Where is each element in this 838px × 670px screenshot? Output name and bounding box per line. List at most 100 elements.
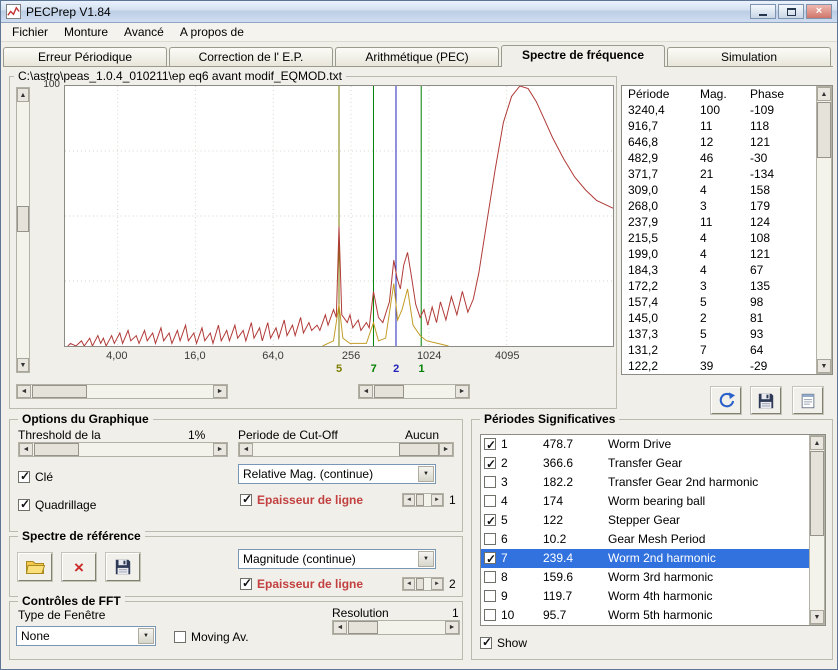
line-width-scrollbar-2[interactable]: ◄ ► [402,577,444,591]
peak-table-row[interactable]: 184,3 4 67 [622,262,832,278]
threshold-scrollbar[interactable]: ◄ ► [18,442,228,457]
quadrillage-checkbox[interactable]: Quadrillage [18,497,96,512]
title-bar[interactable]: PECPrep V1.84 × [1,1,837,23]
scroll-arrow-icon[interactable]: ► [213,443,227,456]
cle-checkbox[interactable]: Clé [18,469,53,484]
scroll-arrow-icon[interactable]: ▼ [817,359,831,373]
maximize-button[interactable] [778,4,804,19]
scroll-arrow-icon[interactable]: ◄ [333,621,347,634]
show-checkbox[interactable]: Show [480,635,527,650]
tab[interactable]: Simulation [667,47,831,67]
period-row[interactable]: 5 122 Stepper Gear [481,511,809,531]
period-checkbox[interactable] [484,609,496,621]
scroll-thumb[interactable] [17,206,29,232]
scroll-arrow-icon[interactable]: ◄ [403,578,415,590]
peak-table-row[interactable]: 268,0 3 179 [622,198,832,214]
resolution-scrollbar[interactable]: ◄ ► [332,620,460,635]
period-checkbox[interactable] [484,571,496,583]
periods-scrollbar[interactable]: ▲ ▼ [809,435,825,625]
tab[interactable]: Arithmétique (PEC) [335,47,499,67]
chart-hscrollbar-right[interactable]: ◄ ► [358,384,470,399]
relative-mag-select[interactable]: Relative Mag. (continue) ▼ [238,464,436,484]
menu-item[interactable]: Avancé [116,23,172,41]
scroll-arrow-icon[interactable]: ► [431,494,443,506]
scroll-arrow-icon[interactable]: ► [455,385,469,398]
peak-table-row[interactable]: 131,2 7 64 [622,342,832,358]
chevron-down-icon[interactable]: ▼ [418,551,434,567]
save-reference-button[interactable] [105,552,141,582]
minimize-button[interactable] [750,4,776,19]
periods-list[interactable]: 1 478.7 Worm Drive 2 366.6 Transfer Gear 3 182.… [480,434,826,626]
scroll-arrow-icon[interactable]: ► [439,443,453,456]
open-reference-button[interactable] [17,552,53,582]
peak-table[interactable]: Période Mag. Phase 3240,4 100 -109 916,7 11 118… [621,85,833,375]
peak-table-row[interactable]: 137,3 5 93 [622,326,832,342]
scroll-arrow-icon[interactable]: ▲ [17,88,29,102]
save-graph-button[interactable] [750,386,782,415]
period-row[interactable]: 1 478.7 Worm Drive [481,435,809,455]
period-checkbox[interactable] [484,476,496,488]
scroll-arrow-icon[interactable]: ◄ [359,385,373,398]
peak-table-row[interactable]: 371,7 21 -134 [622,166,832,182]
line-width-checkbox-2[interactable]: Epaisseur de ligne [240,576,363,591]
period-checkbox[interactable] [484,590,496,602]
scroll-arrow-icon[interactable]: ◄ [239,443,253,456]
peak-table-row[interactable]: 482,9 46 -30 [622,150,832,166]
close-button[interactable]: × [806,4,832,19]
period-checkbox[interactable] [484,455,496,474]
moving-av-checkbox[interactable]: Moving Av. [174,630,249,644]
scroll-thumb[interactable] [399,443,439,456]
peak-table-row[interactable]: 122,2 39 -29 [622,358,832,374]
scroll-arrow-icon[interactable]: ► [445,621,459,634]
menu-item[interactable]: Fichier [4,23,56,41]
chart-vertical-scrollbar[interactable]: ▲ ▼ [16,87,30,373]
scroll-arrow-icon[interactable]: ◄ [17,385,31,398]
period-row[interactable]: 3 182.2 Transfer Gear 2nd harmonic [481,473,809,492]
scroll-thumb[interactable] [374,385,404,398]
period-checkbox[interactable] [484,495,496,507]
scroll-arrow-icon[interactable]: ◄ [19,443,33,456]
peak-table-row[interactable]: 172,2 3 135 [622,278,832,294]
report-button[interactable] [792,386,824,415]
scroll-arrow-icon[interactable]: ▲ [810,436,824,450]
peak-table-row[interactable]: 215,5 4 108 [622,230,832,246]
chart-hscrollbar-left[interactable]: ◄ ► [16,384,228,399]
period-row[interactable]: 6 10.2 Gear Mesh Period [481,530,809,549]
period-row[interactable]: 4 174 Worm bearing ball [481,492,809,511]
tab[interactable]: Erreur Périodique [3,47,167,67]
period-checkbox[interactable] [484,550,496,569]
scroll-arrow-icon[interactable]: ▲ [817,87,831,101]
menu-item[interactable]: A propos de [172,23,252,41]
chevron-down-icon[interactable]: ▼ [418,466,434,482]
peak-table-row[interactable]: 916,7 11 118 [622,118,832,134]
scroll-thumb[interactable] [348,621,378,634]
line-width-checkbox-1[interactable]: Epaisseur de ligne [240,492,363,507]
menu-item[interactable]: Monture [56,23,116,41]
window-type-select[interactable]: None ▼ [16,626,156,646]
tab[interactable]: Spectre de fréquence [501,45,665,67]
magnitude-select[interactable]: Magnitude (continue) ▼ [238,549,436,569]
peak-table-row[interactable]: 309,0 4 158 [622,182,832,198]
chevron-down-icon[interactable]: ▼ [138,628,154,644]
tab[interactable]: Correction de l' E.P. [169,47,333,67]
scroll-thumb[interactable] [416,578,424,590]
peak-table-row[interactable]: 157,4 5 98 [622,294,832,310]
scroll-arrow-icon[interactable]: ▼ [810,610,824,624]
cutoff-scrollbar[interactable]: ◄ ► [238,442,454,457]
line-width-scrollbar-1[interactable]: ◄ ► [402,493,444,507]
peak-table-row[interactable]: 237,9 11 124 [622,214,832,230]
period-row[interactable]: 10 95.7 Worm 5th harmonic [481,606,809,625]
peak-table-row[interactable]: 199,0 4 121 [622,246,832,262]
scroll-thumb[interactable] [817,102,831,158]
peak-table-scrollbar[interactable]: ▲ ▼ [816,86,832,374]
period-row[interactable]: 2 366.6 Transfer Gear [481,454,809,474]
peak-table-row[interactable]: 145,0 2 81 [622,310,832,326]
refresh-button[interactable] [710,386,742,415]
scroll-thumb[interactable] [416,494,424,506]
peak-table-row[interactable]: 646,8 12 121 [622,134,832,150]
delete-reference-button[interactable]: × [61,552,97,582]
period-row[interactable]: 7 239.4 Worm 2nd harmonic [481,549,809,569]
period-checkbox[interactable] [484,533,496,545]
period-checkbox[interactable] [484,512,496,531]
period-checkbox[interactable] [484,436,496,455]
